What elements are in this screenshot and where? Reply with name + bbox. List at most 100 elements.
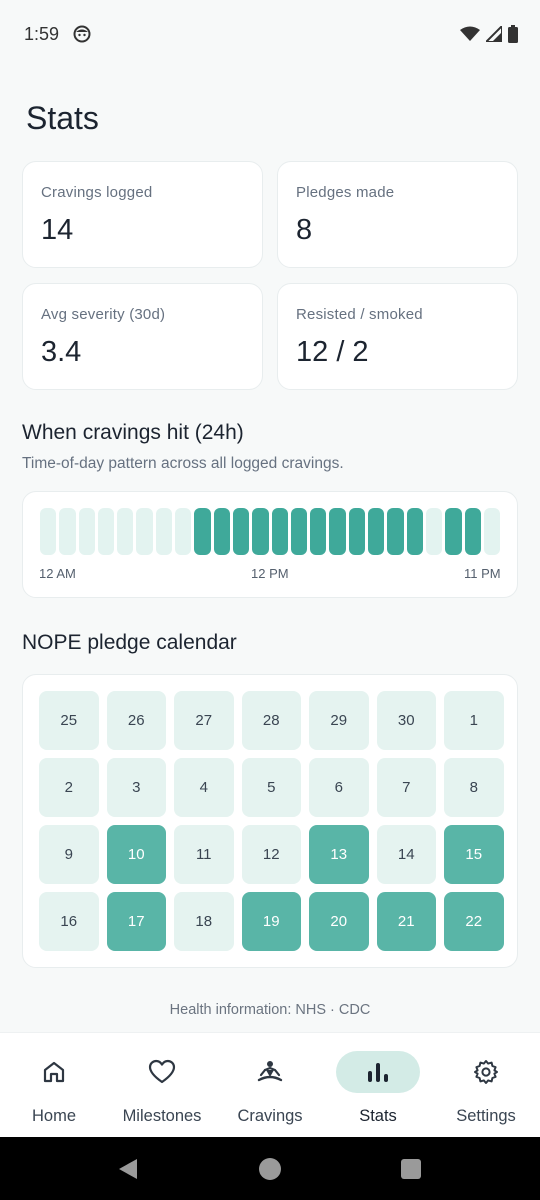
hour-bar: [117, 508, 134, 555]
hour-bar: [155, 508, 173, 555]
calendar-day[interactable]: 18: [174, 892, 234, 951]
calendar-day[interactable]: 1: [444, 691, 504, 750]
home-circle-icon[interactable]: [258, 1157, 282, 1186]
hourly-bars: [40, 508, 501, 555]
stat-label: Resisted / smoked: [296, 306, 423, 323]
stat-label: Pledges made: [296, 184, 395, 201]
status-bar: 1:59: [0, 0, 540, 70]
hour-bar: [232, 508, 250, 555]
battery-icon: [508, 25, 518, 48]
hour-bar: [425, 508, 443, 555]
hour-bar: [194, 508, 211, 555]
hour-bar: [136, 508, 153, 555]
axis-label-start: 12 AM: [39, 566, 76, 581]
calendar-day[interactable]: 27: [174, 691, 234, 750]
hour-bar: [290, 508, 308, 555]
calendar-day[interactable]: 25: [39, 691, 99, 750]
calendar-day[interactable]: 28: [241, 691, 301, 750]
calendar-day[interactable]: 11: [174, 825, 234, 884]
hour-bar: [252, 508, 269, 555]
hourly-chart-card: 12 AM 12 PM 11 PM: [22, 491, 518, 598]
nav-item-cravings[interactable]: Cravings: [228, 1033, 312, 1138]
hour-bar: [175, 508, 192, 555]
stat-card-avg-severity: Avg severity (30d) 3.4: [22, 283, 263, 390]
cravings-chart-subtitle: Time-of-day pattern across all logged cr…: [22, 455, 344, 472]
calendar-day[interactable]: 7: [376, 758, 436, 817]
hour-bar: [213, 508, 230, 555]
nav-label: Cravings: [237, 1107, 303, 1125]
nav-item-stats[interactable]: Stats: [336, 1033, 420, 1138]
nav-label: Home: [31, 1107, 76, 1125]
calendar-day[interactable]: 21: [376, 892, 436, 951]
calendar-day[interactable]: 12: [241, 825, 301, 884]
axis-label-end: 11 PM: [464, 566, 501, 581]
calendar-day[interactable]: 22: [444, 892, 504, 951]
calendar-day[interactable]: 16: [39, 892, 99, 951]
back-icon[interactable]: [117, 1157, 139, 1186]
calendar-title: NOPE pledge calendar: [22, 631, 237, 654]
calendar-day[interactable]: 15: [444, 825, 504, 884]
calendar-day[interactable]: 4: [174, 758, 234, 817]
hour-bar: [387, 508, 404, 555]
hour-bar: [406, 508, 423, 555]
page-title: Stats: [26, 100, 99, 136]
home-icon: [12, 1051, 96, 1093]
meditation-icon: [228, 1051, 312, 1093]
calendar-day[interactable]: 2: [39, 758, 99, 817]
wifi-icon: [460, 26, 480, 47]
calendar-day[interactable]: 17: [106, 892, 166, 951]
calendar-day[interactable]: 29: [309, 691, 369, 750]
bar-chart-icon: [336, 1051, 420, 1093]
hour-bar: [78, 508, 95, 555]
hour-bar: [271, 508, 288, 555]
stat-card-resisted-smoked: Resisted / smoked 12 / 2: [277, 283, 518, 390]
calendar-day[interactable]: 20: [309, 892, 369, 951]
calendar-day[interactable]: 19: [241, 892, 301, 951]
calendar-day[interactable]: 8: [444, 758, 504, 817]
calendar-card: 25 26 27 28 29 30 1 2 3 4 5 6 7 8 9 10 11 12 13 14 15 16 17 18 1…: [22, 674, 518, 968]
nav-item-milestones[interactable]: Milestones: [112, 1033, 212, 1138]
hour-bar: [59, 508, 76, 555]
hour-bar: [329, 508, 346, 555]
hour-bar: [368, 508, 385, 555]
stat-value: 14: [41, 214, 74, 246]
calendar-day[interactable]: 13: [309, 825, 369, 884]
cravings-chart-title: When cravings hit (24h): [22, 421, 244, 444]
hour-bar: [97, 508, 115, 555]
stat-label: Cravings logged: [41, 184, 153, 201]
system-nav-bar: [0, 1137, 540, 1200]
calendar-day[interactable]: 3: [106, 758, 166, 817]
nav-label: Stats: [359, 1107, 397, 1125]
calendar-day[interactable]: 10: [106, 825, 166, 884]
hour-bar: [483, 508, 501, 555]
hour-bar: [40, 508, 57, 555]
footer-note: Health information: NHS · CDC: [169, 1002, 371, 1018]
hour-bar: [310, 508, 327, 555]
calendar-day[interactable]: 26: [106, 691, 166, 750]
hour-bar: [445, 508, 462, 555]
stat-value: 3.4: [41, 336, 82, 368]
calendar-day[interactable]: 14: [376, 825, 436, 884]
calendar-day[interactable]: 6: [309, 758, 369, 817]
signal-icon: [483, 23, 503, 47]
hour-bar: [464, 508, 481, 555]
stat-value: 12 / 2: [296, 336, 369, 368]
recents-icon[interactable]: [400, 1158, 422, 1185]
stat-value: 8: [296, 214, 313, 246]
nav-item-home[interactable]: Home: [12, 1033, 96, 1138]
nav-label: Milestones: [122, 1107, 202, 1125]
nav-label: Settings: [456, 1107, 516, 1125]
calendar-day[interactable]: 30: [376, 691, 436, 750]
bottom-nav: Home Milestones Cravings Stats Settings: [0, 1032, 540, 1137]
stat-card-cravings-logged: Cravings logged 14: [22, 161, 263, 268]
calendar-day[interactable]: 9: [39, 825, 99, 884]
stat-label: Avg severity (30d): [41, 306, 166, 323]
heart-icon: [120, 1051, 204, 1093]
calendar-day[interactable]: 5: [241, 758, 301, 817]
status-time: 1:59: [24, 24, 60, 44]
gear-icon: [444, 1051, 528, 1093]
stat-card-pledges-made: Pledges made 8: [277, 161, 518, 268]
nav-item-settings[interactable]: Settings: [444, 1033, 528, 1138]
face-icon: [73, 25, 91, 48]
axis-label-mid: 12 PM: [251, 566, 289, 581]
